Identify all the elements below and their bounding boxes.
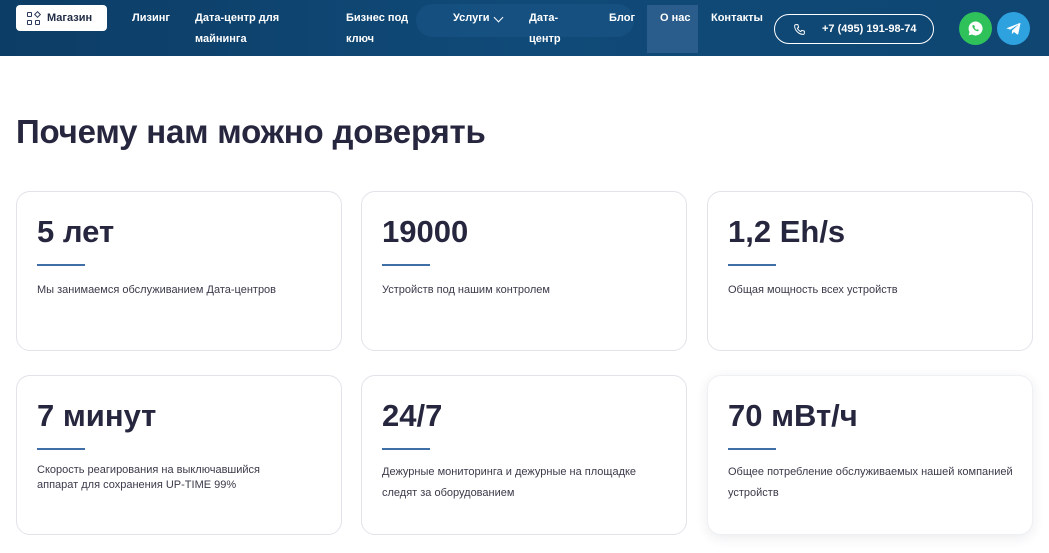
top-navigation: Магазин Лизинг Дата-центр для майнинга Б… xyxy=(0,0,1049,56)
stat-description: Устройств под нашим контролем xyxy=(382,284,550,296)
stat-description: Мы занимаемся обслуживанием Дата-центров xyxy=(37,284,277,296)
shop-button-label: Магазин xyxy=(47,12,93,24)
grid-icon xyxy=(27,10,42,25)
nav-item-turnkey-business[interactable]: Бизнес под ключ xyxy=(346,8,416,50)
nav-item-contacts[interactable]: Контакты xyxy=(711,8,763,29)
accent-divider xyxy=(37,448,85,450)
stat-card: 19000 Устройств под нашим контролем xyxy=(361,191,687,351)
phone-icon xyxy=(794,23,805,35)
accent-divider xyxy=(382,448,430,450)
stat-description: Скорость реагирования на выключавшийся а… xyxy=(37,464,260,491)
phone-button[interactable]: +7 (495) 191-98-74 xyxy=(774,14,934,44)
nav-item-datacenter[interactable]: Дата-центр xyxy=(529,8,569,50)
nav-item-services-label: Услуги xyxy=(453,12,490,24)
stat-card: 7 минут Скорость реагирования на выключа… xyxy=(16,375,342,535)
stat-description: Общее потребление обслуживаемых нашей ко… xyxy=(728,466,1013,499)
shop-button[interactable]: Магазин xyxy=(16,5,107,31)
nav-item-about[interactable]: О нас xyxy=(647,5,698,53)
nav-item-leasing[interactable]: Лизинг xyxy=(132,8,170,29)
nav-item-mining-datacenter[interactable]: Дата-центр для майнинга xyxy=(195,8,295,50)
page-title: Почему нам можно доверять xyxy=(16,113,486,150)
stat-value: 1,2 Eh/s xyxy=(728,214,846,249)
stat-description: Общая мощность всех устройств xyxy=(728,284,898,296)
stat-card: 5 лет Мы занимаемся обслуживанием Дата-ц… xyxy=(16,191,342,351)
stat-card: 70 мВт/ч Общее потребление обслуживаемых… xyxy=(707,375,1033,535)
phone-number: +7 (495) 191-98-74 xyxy=(822,23,917,35)
stat-value: 19000 xyxy=(382,214,469,249)
stat-value: 70 мВт/ч xyxy=(728,398,858,433)
whatsapp-icon[interactable] xyxy=(959,12,992,45)
accent-divider xyxy=(728,448,776,450)
nav-background-pill xyxy=(416,4,634,37)
stat-value: 24/7 xyxy=(382,398,443,433)
chevron-down-icon xyxy=(493,12,504,22)
accent-divider xyxy=(728,264,776,266)
stat-description: Дежурные мониторинга и дежурные на площа… xyxy=(382,466,637,499)
stat-card: 24/7 Дежурные мониторинга и дежурные на … xyxy=(361,375,687,535)
telegram-icon[interactable] xyxy=(997,12,1030,45)
stat-value: 7 минут xyxy=(37,398,157,433)
nav-item-blog[interactable]: Блог xyxy=(609,8,635,29)
accent-divider xyxy=(37,264,85,266)
accent-divider xyxy=(382,264,430,266)
stat-card: 1,2 Eh/s Общая мощность всех устройств xyxy=(707,191,1033,351)
stat-value: 5 лет xyxy=(37,214,115,249)
nav-item-services[interactable]: Услуги xyxy=(453,8,504,29)
